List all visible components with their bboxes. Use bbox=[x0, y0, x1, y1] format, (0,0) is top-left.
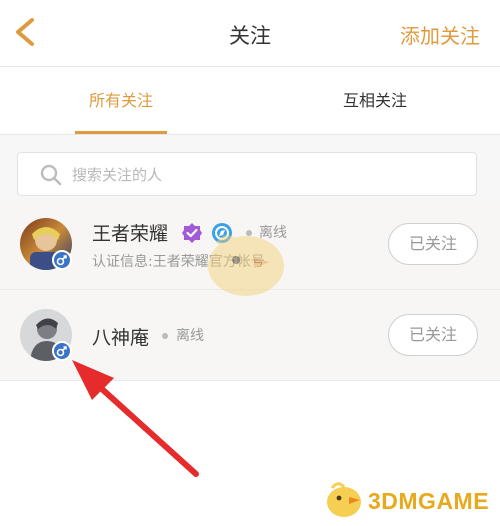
online-status: 离线 bbox=[176, 328, 204, 344]
chevron-left-icon bbox=[16, 18, 34, 46]
followed-button[interactable]: 已关注 bbox=[388, 314, 478, 356]
watermark-logo: 3DMGAME bbox=[320, 476, 500, 522]
search-input[interactable] bbox=[72, 161, 462, 189]
tab-label: 互相关注 bbox=[342, 91, 407, 110]
top-bar: 关注 添加关注 bbox=[0, 0, 500, 67]
search-box[interactable] bbox=[17, 152, 477, 196]
male-icon bbox=[56, 346, 67, 357]
status-dot bbox=[162, 333, 168, 339]
list-item[interactable]: 王者荣耀 离线 认证信息:王者荣耀官方帐号 已关注 bbox=[0, 199, 500, 290]
tab-label: 所有关注 bbox=[88, 91, 153, 110]
followed-button[interactable]: 已关注 bbox=[388, 223, 478, 265]
chick-logo-icon bbox=[327, 482, 361, 517]
logo-text: 3DMGAME bbox=[368, 488, 490, 514]
male-gender-badge bbox=[52, 250, 72, 270]
online-status: 离线 bbox=[259, 225, 287, 241]
follow-list: 王者荣耀 离线 认证信息:王者荣耀官方帐号 已关注 八神庵 离线 已关注 bbox=[0, 199, 500, 381]
tab-all-follows[interactable]: 所有关注 bbox=[75, 67, 167, 134]
user-name: 王者荣耀 bbox=[92, 223, 169, 245]
search-area bbox=[0, 135, 500, 199]
male-gender-badge bbox=[52, 341, 72, 361]
official-account-icon bbox=[212, 223, 232, 243]
male-icon bbox=[56, 255, 67, 266]
add-follow-button[interactable]: 添加关注 bbox=[400, 20, 480, 49]
verified-badge-icon bbox=[182, 223, 202, 243]
tab-mutual-follows[interactable]: 互相关注 bbox=[330, 67, 420, 134]
status-dot bbox=[246, 230, 252, 236]
user-name: 八神庵 bbox=[92, 327, 150, 349]
verification-info: 认证信息:王者荣耀官方帐号 bbox=[92, 254, 265, 270]
back-button[interactable] bbox=[8, 12, 48, 52]
tab-bar: 所有关注 互相关注 bbox=[0, 67, 500, 135]
active-tab-indicator bbox=[75, 131, 167, 134]
list-item[interactable]: 八神庵 离线 已关注 bbox=[0, 290, 500, 381]
search-icon bbox=[40, 164, 62, 186]
